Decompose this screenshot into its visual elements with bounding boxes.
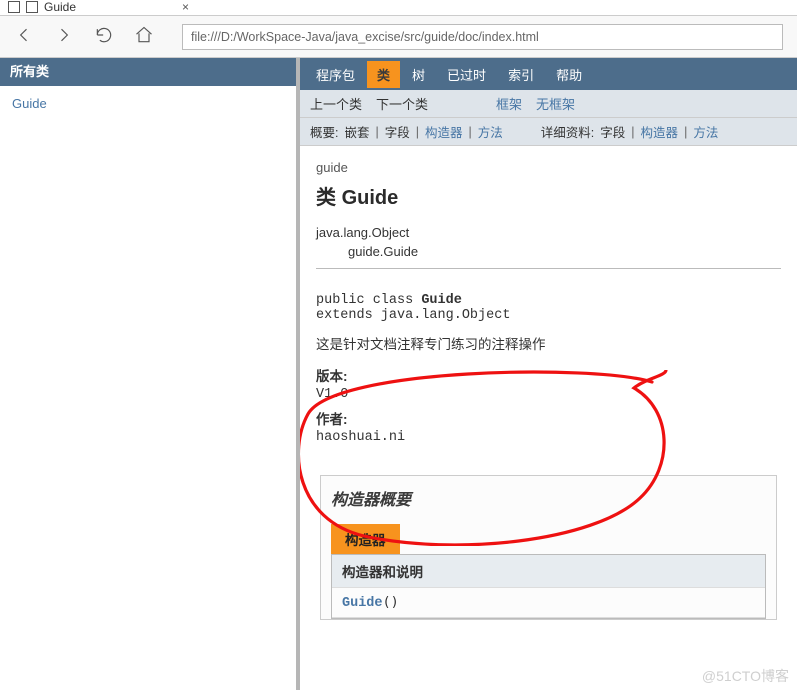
inheritance: java.lang.Object guide.Guide: [316, 224, 781, 262]
hier-leaf: guide.Guide: [316, 243, 781, 262]
all-classes-list: Guide: [0, 86, 296, 121]
refresh-button[interactable]: [94, 25, 114, 48]
browser-tab[interactable]: Guide ×: [0, 0, 197, 14]
tab-deprecated[interactable]: 已过时: [437, 61, 496, 88]
top-nav: 程序包 类 树 已过时 索引 帮助: [300, 58, 797, 90]
divider: [316, 268, 781, 269]
tab-tree[interactable]: 树: [402, 61, 435, 88]
noframes-link[interactable]: 无框架: [536, 94, 575, 113]
class-heading: 类 Guide: [316, 181, 781, 210]
constructor-table: 构造器和说明 Guide(): [331, 554, 766, 619]
address-bar[interactable]: file:///D:/WorkSpace-Java/java_excise/sr…: [182, 24, 783, 50]
version-value: V1.0: [316, 387, 781, 402]
address-text: file:///D:/WorkSpace-Java/java_excise/sr…: [191, 30, 539, 44]
version-label: 版本:: [316, 365, 781, 385]
detail-field: 字段: [600, 122, 625, 141]
forward-button[interactable]: [54, 25, 74, 48]
left-frame: 所有类 Guide: [0, 58, 300, 690]
browser-tab-strip: Guide ×: [0, 0, 797, 16]
right-frame: 程序包 类 树 已过时 索引 帮助 上一个类 下一个类 框架 无框架 概要: 嵌…: [300, 58, 797, 690]
ctor-link[interactable]: Guide: [342, 596, 383, 611]
doc-body: guide 类 Guide java.lang.Object guide.Gui…: [300, 146, 797, 620]
summary-constr[interactable]: 构造器: [425, 122, 463, 141]
all-classes-header: 所有类: [0, 58, 296, 86]
sub-nav-1: 上一个类 下一个类 框架 无框架: [300, 90, 797, 118]
tab-help[interactable]: 帮助: [546, 61, 592, 88]
detail-constr[interactable]: 构造器: [641, 122, 679, 141]
class-signature: public class Guide extends java.lang.Obj…: [316, 293, 781, 323]
tab-index[interactable]: 索引: [498, 61, 544, 88]
author-value: haoshuai.ni: [316, 430, 781, 445]
class-description: 这是针对文档注释专门练习的注释操作: [316, 333, 781, 353]
constructor-badge: 构造器: [331, 524, 400, 554]
tab-class[interactable]: 类: [367, 61, 400, 88]
next-class: 下一个类: [376, 94, 428, 113]
ctor-col-head: 构造器和说明: [332, 555, 765, 588]
home-button[interactable]: [134, 25, 154, 48]
ctor-row: Guide(): [332, 588, 765, 618]
summary-method[interactable]: 方法: [478, 122, 503, 141]
close-tab-icon[interactable]: ×: [182, 0, 189, 14]
summary-field: 字段: [385, 122, 410, 141]
constructor-summary: 构造器概要 构造器 构造器和说明 Guide(): [320, 475, 777, 620]
summary-label: 概要:: [310, 122, 338, 141]
back-button[interactable]: [14, 25, 34, 48]
detail-label: 详细资料:: [541, 122, 594, 141]
prev-class: 上一个类: [310, 94, 362, 113]
frames-link[interactable]: 框架: [496, 94, 522, 113]
summary-nested: 嵌套: [344, 122, 369, 141]
sub-nav-2: 概要: 嵌套| 字段| 构造器| 方法 详细资料: 字段| 构造器| 方法: [300, 118, 797, 146]
tab-square-icon: [8, 1, 20, 13]
tab-title: Guide: [44, 0, 76, 14]
page-icon: [26, 1, 38, 13]
watermark: @51CTO博客: [702, 666, 789, 686]
package-name: guide: [316, 160, 781, 175]
hier-root: java.lang.Object: [316, 224, 781, 243]
constructor-summary-title: 构造器概要: [331, 486, 766, 510]
frameset: 所有类 Guide 程序包 类 树 已过时 索引 帮助 上一个类 下一个类 框架…: [0, 58, 797, 690]
class-link-guide[interactable]: Guide: [12, 96, 47, 111]
tag-list: 版本: V1.0 作者: haoshuai.ni: [316, 365, 781, 445]
detail-method[interactable]: 方法: [693, 122, 718, 141]
tab-package[interactable]: 程序包: [306, 61, 365, 88]
browser-nav-bar: file:///D:/WorkSpace-Java/java_excise/sr…: [0, 16, 797, 58]
author-label: 作者:: [316, 408, 781, 428]
